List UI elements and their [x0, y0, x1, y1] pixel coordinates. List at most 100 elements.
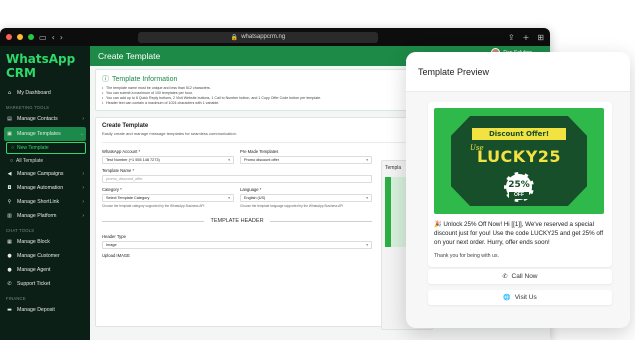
info-icon: ⓘ: [102, 76, 109, 83]
discount-percent: 25%: [508, 180, 530, 190]
maximize-window-button[interactable]: [28, 34, 34, 40]
phone-icon: ✆: [502, 273, 508, 280]
call-now-button[interactable]: ✆ Call Now: [428, 269, 612, 284]
preview-title: Template Preview: [406, 52, 630, 92]
platform-icon: ▥: [7, 213, 12, 219]
sidebar-item-label: Manage ShortLink: [17, 199, 60, 205]
visit-us-button[interactable]: 🌐 Visit Us: [428, 290, 612, 305]
header-type-select[interactable]: Image ▾: [102, 241, 372, 249]
brand-logo[interactable]: WhatsApp CRM: [0, 46, 90, 86]
sidebar-section-chat: CHAT TOOLS: [6, 228, 35, 233]
whatsapp-account-select[interactable]: Test Number (+1 555 148 7273) ▾: [102, 156, 234, 164]
message-bubble: Discount Offer! Use LUCKY25 25% OFF 🎉 Un…: [428, 102, 612, 267]
close-window-button[interactable]: [6, 34, 12, 40]
sidebar-item-templates[interactable]: ▣ Manage Templates ⌄: [4, 127, 86, 141]
support-icon: ✆: [7, 281, 12, 287]
divider: [102, 220, 205, 222]
template-header-section: TEMPLATE HEADER: [102, 218, 373, 224]
chevron-right-icon: ›: [82, 213, 84, 219]
sidebar-item-label: Manage Contacts: [17, 116, 58, 122]
radio-dot-icon: ○: [10, 158, 14, 164]
sidebar-item-label: My Dashboard: [17, 90, 51, 96]
sidebar-item-dashboard[interactable]: ⌂ My Dashboard: [0, 86, 90, 100]
sidebar-item-label: Manage Block: [17, 239, 50, 245]
wallet-icon: ▬: [7, 307, 12, 313]
chevron-right-icon: ›: [82, 116, 84, 122]
promo-image: Discount Offer! Use LUCKY25 25% OFF: [434, 108, 604, 214]
language-hint: Choose the template language supported b…: [240, 204, 344, 208]
header-type-value: Image: [106, 243, 117, 247]
sidebar-section-finance: FINANCE: [6, 296, 26, 301]
forward-icon[interactable]: ›: [60, 33, 63, 42]
header-type-label: Header Type: [102, 234, 126, 239]
sidebar-subitem-all-template[interactable]: ○ All Template: [0, 155, 90, 167]
sidebar-item-label: Manage Platform: [17, 213, 57, 219]
discount-badge: 25% OFF: [504, 172, 534, 202]
sidebar-item-label: Manage Deposit: [17, 307, 55, 313]
category-hint: Choose the template category supported b…: [102, 204, 205, 208]
template-name-input[interactable]: promo_discount_offer: [102, 175, 372, 183]
home-icon: ⌂: [7, 90, 12, 96]
sidebar-subitem-label: All Template: [16, 158, 44, 164]
call-now-label: Call Now: [511, 273, 538, 280]
address-bar-url: whatsappcrm.ng: [241, 34, 286, 40]
premade-value: Promo discount offer: [244, 158, 279, 162]
template-icon: ▣: [7, 131, 12, 137]
template-preview-panel: Template Preview Discount Offer! Use LUC…: [406, 52, 630, 328]
sidebar-item-platform[interactable]: ▥ Manage Platform ›: [0, 209, 90, 223]
chevron-down-icon: ▾: [366, 196, 368, 200]
message-body: 🎉 Unlock 25% Off Now! Hi [[1]], We've re…: [434, 221, 604, 246]
account-value: Test Number (+1 555 148 7273): [106, 158, 160, 162]
sidebar-item-shortlink[interactable]: ⚲ Manage ShortLink ›: [0, 195, 90, 209]
sidebar-subitem-new-template[interactable]: ○ New Template: [6, 142, 86, 154]
sidebar-section-marketing: MARKETING TOOLS: [6, 105, 50, 110]
sidebar-item-label: Manage Agent: [17, 267, 51, 273]
new-tab-icon[interactable]: +: [523, 33, 530, 42]
sidebar-item-campaigns[interactable]: ◀ Manage Campaigns ›: [0, 167, 90, 181]
promo-code-text: LUCKY25: [476, 147, 562, 166]
sidebar-item-support[interactable]: ✆ Support Ticket: [0, 277, 90, 291]
sidebar-item-label: Manage Campaigns: [17, 171, 64, 177]
sidebar-item-automation[interactable]: ◘ Manage Automation ›: [0, 181, 90, 195]
block-icon: ▦: [7, 239, 12, 245]
radio-dot-icon: ○: [11, 145, 15, 151]
visit-us-label: Visit Us: [514, 294, 537, 301]
chevron-right-icon: ›: [82, 171, 84, 177]
megaphone-icon: ◀: [7, 171, 12, 177]
chevron-down-icon: ▾: [366, 158, 368, 162]
language-value: English (US): [244, 196, 266, 200]
sidebar-item-customer[interactable]: ● Manage Customer: [0, 249, 90, 263]
chevron-down-icon: ▾: [228, 158, 230, 162]
sidebar-item-contacts[interactable]: ▤ Manage Contacts ›: [0, 112, 90, 126]
language-label: Language *: [240, 187, 262, 192]
sidebar-item-label: Support Ticket: [17, 281, 51, 287]
chevron-down-icon: ▾: [366, 243, 368, 247]
account-label: WhatsApp Account *: [102, 149, 141, 154]
language-select[interactable]: English (US) ▾: [240, 194, 372, 202]
sidebar-item-deposit[interactable]: ▬ Manage Deposit: [0, 303, 90, 317]
name-label: Template Name *: [102, 168, 135, 173]
contacts-icon: ▤: [7, 116, 12, 122]
address-bar[interactable]: 🔒 whatsappcrm.ng: [137, 31, 378, 43]
minimize-window-button[interactable]: [17, 34, 23, 40]
chevron-right-icon: ›: [82, 199, 84, 205]
lock-icon: 🔒: [230, 34, 239, 41]
browser-chrome: ▭ ‹ › 🔒 whatsappcrm.ng ⇪ + ⊞: [0, 28, 550, 46]
sidebar-toggle-icon[interactable]: ▭: [39, 33, 47, 42]
sidebar-item-label: Manage Automation: [17, 185, 64, 191]
chevron-right-icon: ›: [82, 185, 84, 191]
sidebar: WhatsApp CRM ⌂ My Dashboard MARKETING TO…: [0, 46, 90, 340]
sidebar-subitem-label: New Template: [17, 145, 49, 151]
divider: [269, 220, 373, 222]
category-select[interactable]: Select Template Category ▾: [102, 194, 234, 202]
back-icon[interactable]: ‹: [52, 33, 55, 42]
info-title-text: Template Information: [112, 75, 178, 83]
sidebar-item-agent[interactable]: ● Manage Agent: [0, 263, 90, 277]
tabs-overview-icon[interactable]: ⊞: [537, 33, 544, 42]
category-label: Category *: [102, 187, 122, 192]
share-icon[interactable]: ⇪: [508, 33, 515, 42]
globe-icon: 🌐: [503, 294, 511, 301]
discount-off-label: OFF: [509, 192, 529, 199]
sidebar-item-block[interactable]: ▦ Manage Block: [0, 235, 90, 249]
premade-template-select[interactable]: Promo discount offer ▾: [240, 156, 372, 164]
